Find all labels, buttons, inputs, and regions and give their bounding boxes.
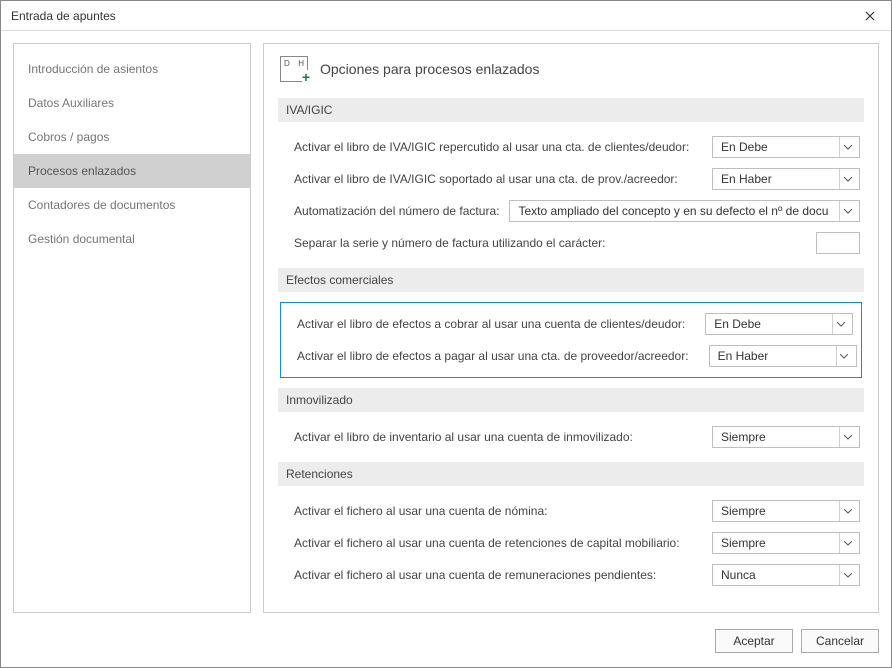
- sidebar-item-datos-aux[interactable]: Datos Auxiliares: [14, 86, 250, 120]
- chevron-down-icon: [839, 501, 855, 521]
- sidebar-item-label: Datos Auxiliares: [28, 96, 114, 110]
- select-value: Nunca: [721, 568, 756, 582]
- select-value: En Debe: [714, 317, 761, 331]
- row-efectos-pagar: Activar el libro de efectos a pagar al u…: [297, 345, 853, 367]
- select-ret-remun[interactable]: Nunca: [712, 564, 860, 586]
- button-label: Aceptar: [733, 634, 774, 648]
- sidebar-item-contadores[interactable]: Contadores de documentos: [14, 188, 250, 222]
- select-ret-capital[interactable]: Siempre: [712, 532, 860, 554]
- select-efectos-cobrar[interactable]: En Debe: [705, 313, 853, 335]
- select-iva-repercutido[interactable]: En Debe: [712, 136, 860, 158]
- chevron-down-icon: [836, 346, 852, 366]
- cancel-button[interactable]: Cancelar: [801, 629, 879, 653]
- chevron-down-icon: [839, 533, 855, 553]
- select-iva-autonum[interactable]: Texto ampliado del concepto y en su defe…: [509, 200, 860, 222]
- sidebar-item-label: Gestión documental: [28, 232, 135, 246]
- label-iva-repercutido: Activar el libro de IVA/IGIC repercutido…: [294, 140, 689, 154]
- section-body-inmovilizado: Activar el libro de inventario al usar u…: [278, 420, 864, 454]
- ok-button[interactable]: Aceptar: [715, 629, 793, 653]
- chevron-down-icon: [839, 427, 855, 447]
- dialog-footer: Aceptar Cancelar: [1, 625, 891, 667]
- select-value: Texto ampliado del concepto y en su defe…: [518, 204, 828, 218]
- sidebar-item-procesos-enlazados[interactable]: Procesos enlazados: [14, 154, 250, 188]
- select-value: En Haber: [718, 349, 769, 363]
- page-icon-h: H: [298, 59, 304, 68]
- row-ret-remun: Activar el fichero al usar una cuenta de…: [294, 564, 860, 586]
- window-title: Entrada de apuntes: [11, 9, 116, 23]
- label-iva-autonum: Automatización del número de factura:: [294, 204, 499, 218]
- sidebar-item-label: Contadores de documentos: [28, 198, 175, 212]
- row-iva-repercutido: Activar el libro de IVA/IGIC repercutido…: [294, 136, 860, 158]
- sidebar-item-cobros-pagos[interactable]: Cobros / pagos: [14, 120, 250, 154]
- close-icon: [865, 8, 875, 24]
- chevron-down-icon: [839, 137, 855, 157]
- button-label: Cancelar: [816, 634, 864, 648]
- sidebar-item-label: Procesos enlazados: [28, 164, 136, 178]
- sidebar-item-introduccion[interactable]: Introducción de asientos: [14, 52, 250, 86]
- label-iva-separador: Separar la serie y número de factura uti…: [294, 236, 606, 250]
- page-header: D H + Opciones para procesos enlazados: [278, 56, 864, 82]
- label-ret-capital: Activar el fichero al usar una cuenta de…: [294, 536, 680, 550]
- close-button[interactable]: [849, 1, 891, 30]
- select-inmov-inventario[interactable]: Siempre: [712, 426, 860, 448]
- label-ret-nomina: Activar el fichero al usar una cuenta de…: [294, 504, 547, 518]
- row-ret-capital: Activar el fichero al usar una cuenta de…: [294, 532, 860, 554]
- section-body-efectos: Activar el libro de efectos a cobrar al …: [280, 302, 862, 378]
- chevron-down-icon: [839, 201, 855, 221]
- select-value: En Haber: [721, 172, 772, 186]
- sidebar-item-gestion-doc[interactable]: Gestión documental: [14, 222, 250, 256]
- page-icon: D H +: [280, 56, 308, 82]
- row-inmov-inventario: Activar el libro de inventario al usar u…: [294, 426, 860, 448]
- section-head-iva: IVA/IGIC: [278, 98, 864, 122]
- sidebar-item-label: Cobros / pagos: [28, 130, 109, 144]
- label-iva-soportado: Activar el libro de IVA/IGIC soportado a…: [294, 172, 678, 186]
- row-ret-nomina: Activar el fichero al usar una cuenta de…: [294, 500, 860, 522]
- select-efectos-pagar[interactable]: En Haber: [709, 345, 857, 367]
- label-efectos-pagar: Activar el libro de efectos a pagar al u…: [297, 349, 689, 363]
- select-value: En Debe: [721, 140, 768, 154]
- label-ret-remun: Activar el fichero al usar una cuenta de…: [294, 568, 656, 582]
- section-head-efectos: Efectos comerciales: [278, 268, 864, 292]
- select-value: Siempre: [721, 430, 766, 444]
- row-iva-soportado: Activar el libro de IVA/IGIC soportado a…: [294, 168, 860, 190]
- main-panel: D H + Opciones para procesos enlazados I…: [263, 43, 879, 613]
- section-head-retenciones: Retenciones: [278, 462, 864, 486]
- section-body-iva: Activar el libro de IVA/IGIC repercutido…: [278, 130, 864, 260]
- page-title: Opciones para procesos enlazados: [320, 61, 539, 77]
- label-inmov-inventario: Activar el libro de inventario al usar u…: [294, 430, 633, 444]
- chevron-down-icon: [832, 314, 848, 334]
- dialog-body: Introducción de asientos Datos Auxiliare…: [1, 31, 891, 625]
- row-iva-autonum: Automatización del número de factura: Te…: [294, 200, 860, 222]
- chevron-down-icon: [839, 169, 855, 189]
- plus-icon: +: [302, 70, 310, 84]
- select-ret-nomina[interactable]: Siempre: [712, 500, 860, 522]
- page-icon-d: D: [284, 59, 290, 68]
- select-value: Siempre: [721, 536, 766, 550]
- select-iva-soportado[interactable]: En Haber: [712, 168, 860, 190]
- select-value: Siempre: [721, 504, 766, 518]
- section-body-retenciones: Activar el fichero al usar una cuenta de…: [278, 494, 864, 592]
- dialog-window: Entrada de apuntes Introducción de asien…: [0, 0, 892, 668]
- sidebar-item-label: Introducción de asientos: [28, 62, 158, 76]
- label-efectos-cobrar: Activar el libro de efectos a cobrar al …: [297, 317, 685, 331]
- input-iva-separador[interactable]: [816, 232, 860, 254]
- row-efectos-cobrar: Activar el libro de efectos a cobrar al …: [297, 313, 853, 335]
- sidebar: Introducción de asientos Datos Auxiliare…: [13, 43, 251, 613]
- row-iva-separador: Separar la serie y número de factura uti…: [294, 232, 860, 254]
- section-head-inmovilizado: Inmovilizado: [278, 388, 864, 412]
- chevron-down-icon: [839, 565, 855, 585]
- titlebar: Entrada de apuntes: [1, 1, 891, 31]
